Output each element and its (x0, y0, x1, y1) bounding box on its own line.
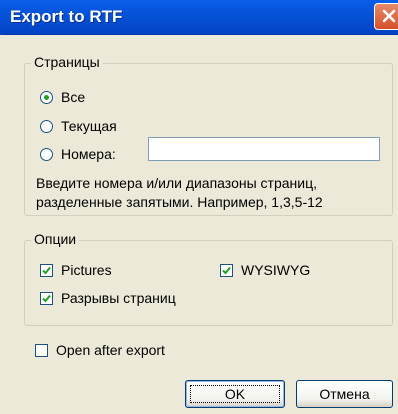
radio-current-button[interactable] (40, 119, 53, 133)
options-group-legend: Опции (31, 231, 80, 247)
pictures-label: Pictures (61, 262, 112, 278)
pictures-checkbox[interactable] (40, 263, 53, 277)
pictures-checkbox-row[interactable]: Pictures (40, 262, 112, 278)
radio-current[interactable]: Текущая (40, 118, 117, 134)
wysiwyg-label: WYSIWYG (241, 262, 311, 278)
ok-button-label: OK (224, 386, 246, 402)
window-title: Export to RTF (10, 7, 123, 26)
radio-numbers-label: Номера: (61, 146, 116, 162)
radio-all-button[interactable] (40, 90, 53, 104)
pages-group-legend: Страницы (31, 54, 103, 70)
close-button[interactable] (374, 3, 398, 30)
radio-numbers[interactable]: Номера: (40, 146, 116, 162)
checkmark-icon (222, 266, 231, 274)
wysiwyg-checkbox-row[interactable]: WYSIWYG (220, 262, 310, 278)
radio-current-label: Текущая (61, 118, 117, 134)
radio-all-label: Все (61, 89, 86, 105)
checkmark-icon (42, 294, 51, 302)
page-breaks-checkbox-row[interactable]: Разрывы страниц (40, 290, 176, 306)
page-breaks-checkbox[interactable] (40, 291, 53, 305)
wysiwyg-checkbox[interactable] (220, 263, 233, 277)
page-breaks-label: Разрывы страниц (61, 290, 176, 306)
radio-all[interactable]: Все (40, 89, 85, 105)
hint-line-2: разделенные запятыми. Например, 1,3,5-12 (36, 194, 323, 210)
open-after-export-row[interactable]: Open after export (35, 342, 165, 358)
hint-line-1: Введите номера и/или диапазоны страниц, (36, 175, 317, 191)
ok-button[interactable]: OK (185, 380, 285, 408)
open-after-export-checkbox[interactable] (35, 343, 48, 357)
radio-numbers-button[interactable] (40, 147, 53, 161)
cancel-button[interactable]: Отмена (296, 380, 393, 408)
page-numbers-input[interactable] (148, 137, 380, 161)
options-group: Опции (24, 231, 393, 326)
page-numbers-hint: Введите номера и/или диапазоны страниц, … (36, 174, 381, 212)
close-icon (382, 9, 396, 23)
title-bar: Export to RTF (0, 0, 398, 35)
checkmark-icon (42, 266, 51, 274)
cancel-button-label: Отмена (319, 386, 370, 402)
open-after-export-label: Open after export (56, 342, 165, 358)
